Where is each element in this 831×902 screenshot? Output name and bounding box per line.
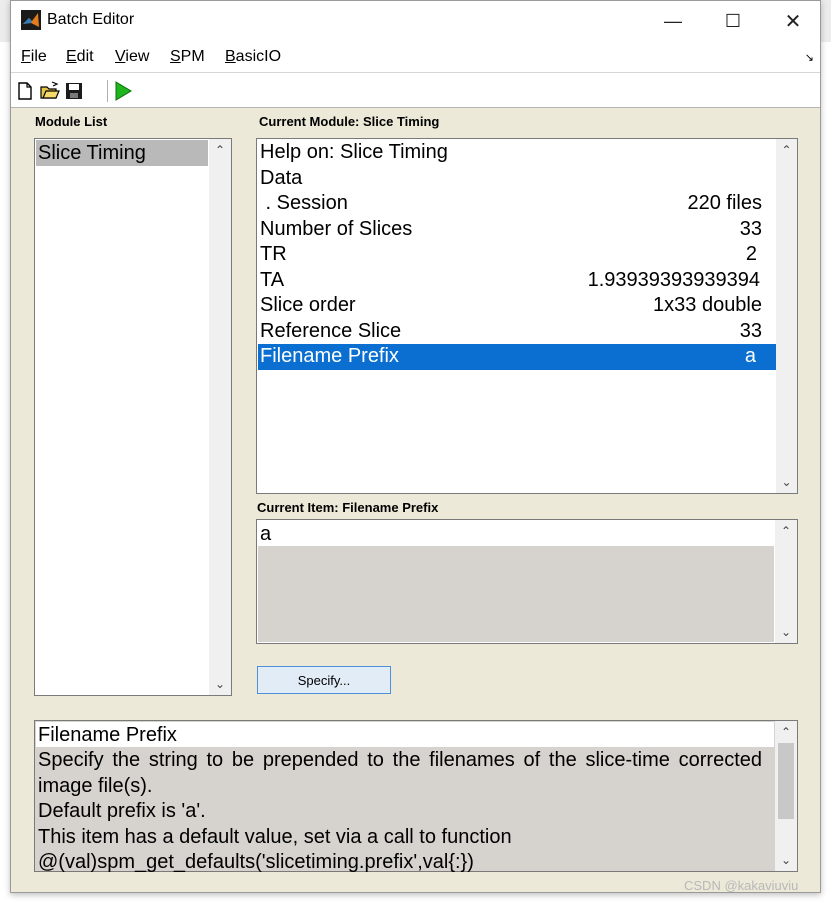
- current-module-list[interactable]: Help on: Slice Timing Data . Session 220…: [256, 138, 798, 494]
- menu-view-label: iew: [125, 48, 150, 65]
- row-name: TA: [260, 268, 285, 291]
- toolbar: [11, 74, 820, 108]
- matlab-app-icon: [21, 10, 41, 30]
- row-value: a: [744, 345, 756, 367]
- menu-edit-accel: E: [66, 48, 77, 65]
- module-row-reference-slice[interactable]: Reference Slice 33: [258, 319, 776, 345]
- new-file-icon[interactable]: [15, 81, 35, 101]
- row-value: 1x33 double: [653, 294, 762, 316]
- watermark: CSDN @kakaviuviu: [684, 878, 799, 893]
- row-value: 1.93939393939394: [587, 268, 760, 291]
- module-list-scrollbar[interactable]: ⌃ ⌄: [209, 139, 231, 695]
- help-line: @(val)spm_get_defaults('slicetiming.pref…: [38, 851, 474, 873]
- module-row-filename-prefix[interactable]: Filename Prefix a: [258, 344, 776, 370]
- scroll-down-icon[interactable]: ⌄: [775, 625, 797, 639]
- help-line: Default prefix is 'a'.: [38, 800, 206, 822]
- module-list-label: Module List: [35, 114, 108, 129]
- menu-view[interactable]: View: [115, 48, 149, 66]
- row-value: 220 files: [687, 192, 763, 214]
- scroll-down-icon[interactable]: ⌄: [209, 677, 231, 691]
- save-icon[interactable]: [64, 81, 84, 101]
- minimize-button[interactable]: —: [643, 1, 703, 41]
- module-row-data[interactable]: Data: [258, 166, 776, 192]
- row-name: Filename Prefix: [260, 345, 399, 367]
- menu-basicio-accel: B: [225, 48, 236, 65]
- row-value: 33: [739, 319, 762, 342]
- menu-file[interactable]: File: [21, 48, 47, 66]
- scroll-up-icon[interactable]: ⌃: [209, 143, 231, 157]
- menu-overflow-icon[interactable]: ↘: [805, 51, 814, 64]
- title-bar: Batch Editor — ☐ ✕: [11, 1, 820, 41]
- row-name: Help on: Slice Timing: [260, 141, 448, 163]
- menu-file-accel: F: [21, 48, 31, 65]
- specify-button[interactable]: Specify...: [257, 666, 391, 694]
- open-folder-icon[interactable]: [40, 81, 60, 101]
- menu-edit[interactable]: Edit: [66, 48, 94, 66]
- current-item-label: Current Item: Filename Prefix: [257, 500, 439, 515]
- row-name: Number of Slices: [260, 217, 413, 240]
- menu-view-accel: V: [115, 48, 126, 65]
- run-icon[interactable]: [113, 81, 133, 101]
- row-value: 33: [739, 217, 762, 240]
- menu-edit-label: dit: [76, 48, 94, 65]
- help-box[interactable]: Filename Prefix Specify the string to be…: [34, 720, 798, 873]
- scroll-up-icon[interactable]: ⌃: [776, 143, 797, 157]
- help-scroll-thumb[interactable]: [778, 743, 794, 819]
- close-button[interactable]: ✕: [763, 1, 823, 41]
- row-name: Data: [260, 166, 303, 189]
- current-module-scrollbar[interactable]: ⌃ ⌄: [776, 139, 797, 493]
- toolbar-separator: [107, 80, 108, 102]
- menu-file-label: ile: [30, 48, 47, 65]
- menu-basicio-label: asicIO: [235, 48, 282, 65]
- row-name: TR: [260, 243, 287, 265]
- menu-spm-accel: S: [170, 48, 181, 65]
- main-panel: Module List Current Module: Slice Timing…: [11, 108, 820, 892]
- help-line: This item has a default value, set via a…: [38, 825, 512, 848]
- current-item-empty-area: [258, 546, 774, 642]
- maximize-button[interactable]: ☐: [703, 1, 763, 41]
- help-title: Filename Prefix: [36, 722, 774, 747]
- scroll-up-icon[interactable]: ⌃: [775, 524, 797, 538]
- menu-spm-label: PM: [180, 48, 205, 65]
- current-item-scrollbar[interactable]: ⌃ ⌄: [775, 520, 797, 643]
- current-item-value[interactable]: a: [258, 521, 774, 546]
- row-name: Reference Slice: [260, 319, 402, 342]
- menu-spm[interactable]: SPM: [170, 48, 205, 66]
- batch-editor-window: Batch Editor — ☐ ✕ File Edit View SPM Ba…: [10, 0, 821, 893]
- module-row-number-of-slices[interactable]: Number of Slices 33: [258, 217, 776, 243]
- scroll-up-icon[interactable]: ⌃: [775, 725, 797, 739]
- row-value: 2: [745, 243, 757, 265]
- menu-basicio[interactable]: BasicIO: [225, 48, 281, 66]
- module-row-tr[interactable]: TR 2: [258, 242, 776, 268]
- help-line: Specify the string to be prepended to th…: [38, 749, 762, 771]
- module-row-ta[interactable]: TA 1.93939393939394: [258, 268, 776, 294]
- module-list-item[interactable]: Slice Timing: [36, 140, 208, 166]
- module-row-slice-order[interactable]: Slice order 1x33 double: [258, 293, 776, 319]
- row-name: . Session: [260, 192, 348, 214]
- current-module-label: Current Module: Slice Timing: [259, 114, 440, 129]
- row-name: Slice order: [260, 294, 356, 316]
- scroll-down-icon[interactable]: ⌄: [775, 853, 797, 867]
- menu-bar: File Edit View SPM BasicIO ↘: [11, 41, 820, 73]
- help-text: Specify the string to be prepended to th…: [38, 748, 762, 876]
- module-row-session[interactable]: . Session 220 files: [258, 191, 776, 217]
- help-scrollbar[interactable]: ⌃ ⌄: [775, 721, 797, 871]
- help-line: image file(s).: [38, 774, 153, 797]
- module-list[interactable]: Slice Timing ⌃ ⌄: [34, 138, 232, 696]
- window-title: Batch Editor: [47, 11, 135, 28]
- module-row-help[interactable]: Help on: Slice Timing: [258, 140, 776, 166]
- current-item-box[interactable]: a ⌃ ⌄: [256, 519, 798, 644]
- scroll-down-icon[interactable]: ⌄: [776, 475, 797, 489]
